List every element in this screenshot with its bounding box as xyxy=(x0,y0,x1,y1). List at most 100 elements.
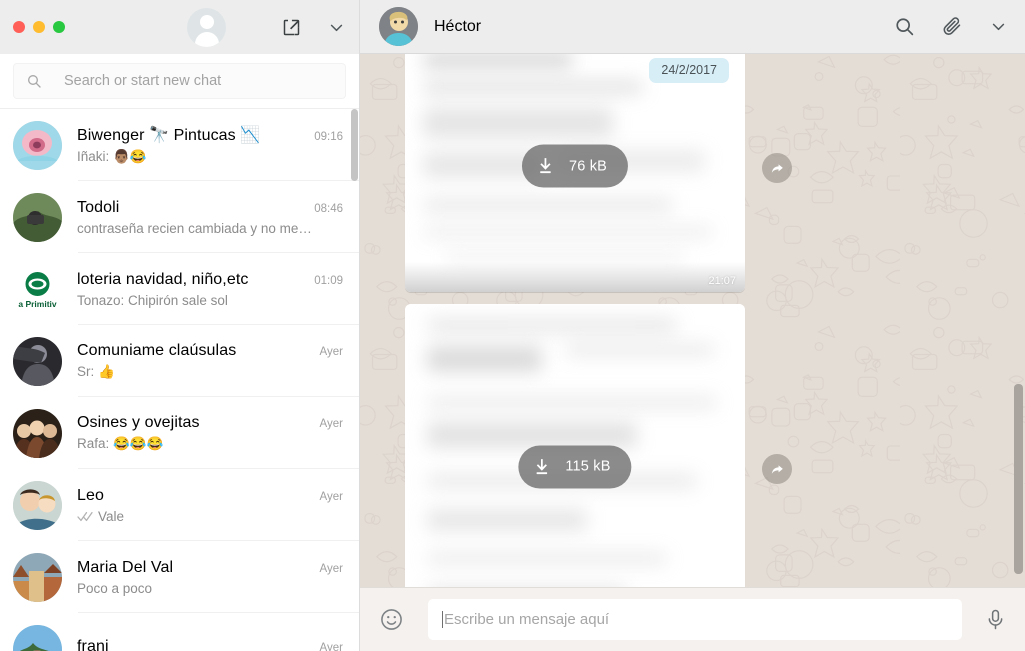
avatar-placeholder-head xyxy=(199,15,214,29)
chat-timestamp: 09:16 xyxy=(314,131,343,143)
search-box[interactable] xyxy=(13,63,346,99)
maximize-window-button[interactable] xyxy=(53,21,65,33)
chat-avatar[interactable] xyxy=(13,336,62,386)
chat-list-item[interactable]: frani Ayer xyxy=(0,613,359,651)
contact-avatar[interactable] xyxy=(379,7,418,46)
text-caret xyxy=(442,611,443,628)
chat-preview-row: Poco a poco xyxy=(77,581,343,596)
sidebar-scrollbar[interactable] xyxy=(351,109,358,181)
chat-item-body: Leo Ayer Vale xyxy=(77,487,343,524)
sidebar-header-actions xyxy=(281,0,345,54)
download-media-button[interactable]: 115 kB xyxy=(518,445,632,488)
media-size-label: 115 kB xyxy=(565,458,611,475)
chat-preview-row: Iñaki: 👨🏽😂 xyxy=(77,149,343,165)
forward-message-button[interactable] xyxy=(762,153,792,183)
chat-preview-row: Tonazo: Chipirón sale sol xyxy=(77,293,343,308)
contact-name: Héctor xyxy=(434,17,482,35)
attach-paperclip-icon[interactable] xyxy=(942,16,963,37)
window-controls xyxy=(0,21,65,33)
chat-preview-text: Poco a poco xyxy=(77,580,153,596)
chat-list-item[interactable]: Maria Del Val Ayer Poco a poco xyxy=(0,541,359,613)
conversation-scrollbar[interactable] xyxy=(1014,384,1023,574)
message-input[interactable] xyxy=(444,611,948,628)
minimize-window-button[interactable] xyxy=(33,21,45,33)
forward-message-button[interactable] xyxy=(762,454,792,484)
message-input-wrap[interactable] xyxy=(428,599,962,640)
sidebar: Biwenger 🔭 Pintucas 📉 09:16 Iñaki: 👨🏽😂 Todo… xyxy=(0,0,360,651)
chat-list-item[interactable]: Biwenger 🔭 Pintucas 📉 09:16 Iñaki: 👨🏽😂 xyxy=(0,109,359,181)
chat-item-top-line: Leo Ayer xyxy=(77,487,343,505)
chat-item-body: Osines y ovejitas Ayer Rafa: 😂😂😂 xyxy=(77,414,343,452)
chat-title: Comuniame claúsulas xyxy=(77,342,237,359)
chat-item-top-line: frani Ayer xyxy=(77,638,343,651)
chat-preview-text: Sr: 👍 xyxy=(77,364,115,379)
chat-title: Biwenger 🔭 Pintucas 📉 xyxy=(77,127,261,144)
chat-avatar[interactable] xyxy=(13,624,62,651)
message-bubble[interactable]: 115 kB xyxy=(405,304,745,587)
chat-item-top-line: Comuniame claúsulas Ayer xyxy=(77,342,343,360)
chat-item-top-line: Biwenger 🔭 Pintucas 📉 09:16 xyxy=(77,125,343,145)
chat-list[interactable]: Biwenger 🔭 Pintucas 📉 09:16 Iñaki: 👨🏽😂 Todo… xyxy=(0,109,359,651)
chat-timestamp: Ayer xyxy=(319,418,343,430)
chat-avatar[interactable] xyxy=(13,120,62,170)
chat-timestamp: Ayer xyxy=(319,562,343,575)
message-area[interactable]: 76 kB 21:07 24/2/2017 115 kB xyxy=(360,54,1025,587)
chat-title: loteria navidad, niño,etc xyxy=(77,270,249,288)
date-badge: 24/2/2017 xyxy=(649,58,729,83)
chat-item-body: loteria navidad, niño,etc 01:09 Tonazo: Ch… xyxy=(77,271,343,308)
chat-preview-text: Iñaki: 👨🏽😂 xyxy=(77,149,147,164)
chat-preview-row: Vale xyxy=(77,509,343,524)
chat-list-item[interactable]: Todoli 08:46 contraseña recien cambiada y … xyxy=(0,181,359,253)
chevron-down-icon[interactable] xyxy=(990,18,1007,35)
chat-item-top-line: loteria navidad, niño,etc 01:09 xyxy=(77,271,343,289)
conversation-header: Héctor xyxy=(360,0,1025,54)
search-input[interactable] xyxy=(64,73,333,89)
chat-avatar[interactable]: a Primitiv xyxy=(13,264,62,314)
chat-item-top-line: Todoli 08:46 xyxy=(77,199,343,217)
media-size-label: 76 kB xyxy=(568,158,608,174)
chat-item-body: Todoli 08:46 contraseña recien cambiada y … xyxy=(77,199,343,236)
close-window-button[interactable] xyxy=(13,21,25,33)
chat-timestamp: 08:46 xyxy=(314,202,343,215)
search-icon[interactable] xyxy=(894,16,915,37)
chat-title: Osines y ovejitas xyxy=(77,414,200,431)
emoji-icon[interactable] xyxy=(379,607,404,632)
message-bubble[interactable]: 76 kB 21:07 xyxy=(405,54,745,292)
forward-arrow-icon xyxy=(771,464,783,474)
chat-preview-text: Rafa: 😂😂😂 xyxy=(77,436,164,451)
conversation-panel: Héctor 76 kB 21:07 24/2/2017 115 kB Escr… xyxy=(360,0,1025,651)
chat-timestamp: Ayer xyxy=(319,490,343,503)
whatsapp-window: Biwenger 🔭 Pintucas 📉 09:16 Iñaki: 👨🏽😂 Todo… xyxy=(0,0,1025,651)
download-arrow-icon xyxy=(540,158,551,174)
chevron-down-icon[interactable] xyxy=(328,19,345,36)
chat-avatar[interactable] xyxy=(13,552,62,602)
chat-item-body: Biwenger 🔭 Pintucas 📉 09:16 Iñaki: 👨🏽😂 xyxy=(77,125,343,165)
chat-avatar[interactable] xyxy=(13,408,62,458)
chat-timestamp: Ayer xyxy=(319,642,343,651)
new-chat-icon[interactable] xyxy=(281,17,302,38)
chat-preview-row: contraseña recien cambiada y no me… xyxy=(77,221,343,236)
message-timestamp: 21:07 xyxy=(708,275,736,287)
chat-item-top-line: Osines y ovejitas Ayer xyxy=(77,414,343,432)
chat-list-item[interactable]: Leo Ayer Vale xyxy=(0,469,359,541)
microphone-icon[interactable] xyxy=(984,608,1007,631)
chat-list-item[interactable]: a Primitiv loteria navidad, niño,etc 01:09… xyxy=(0,253,359,325)
chat-preview-row: Sr: 👍 xyxy=(77,364,343,380)
sidebar-header xyxy=(0,0,359,54)
search-bar xyxy=(0,54,359,109)
chat-avatar[interactable] xyxy=(13,480,62,530)
compose-bar xyxy=(360,587,1025,651)
chat-item-body: frani Ayer xyxy=(77,638,343,651)
profile-avatar[interactable] xyxy=(187,8,226,47)
chat-list-item[interactable]: Osines y ovejitas Ayer Rafa: 😂😂😂 xyxy=(0,397,359,469)
chat-avatar[interactable] xyxy=(13,192,62,242)
chat-list-item[interactable]: Comuniame claúsulas Ayer Sr: 👍 xyxy=(0,325,359,397)
chat-item-top-line: Maria Del Val Ayer xyxy=(77,559,343,577)
download-media-button[interactable]: 76 kB xyxy=(521,144,629,188)
chat-title: frani xyxy=(77,638,109,651)
chat-timestamp: Ayer xyxy=(319,346,343,358)
svg-text:a Primitiv: a Primitiv xyxy=(18,299,57,309)
download-arrow-icon xyxy=(536,458,548,474)
contact-avatar-image xyxy=(379,7,418,46)
read-receipt-double-check-icon xyxy=(77,511,94,522)
